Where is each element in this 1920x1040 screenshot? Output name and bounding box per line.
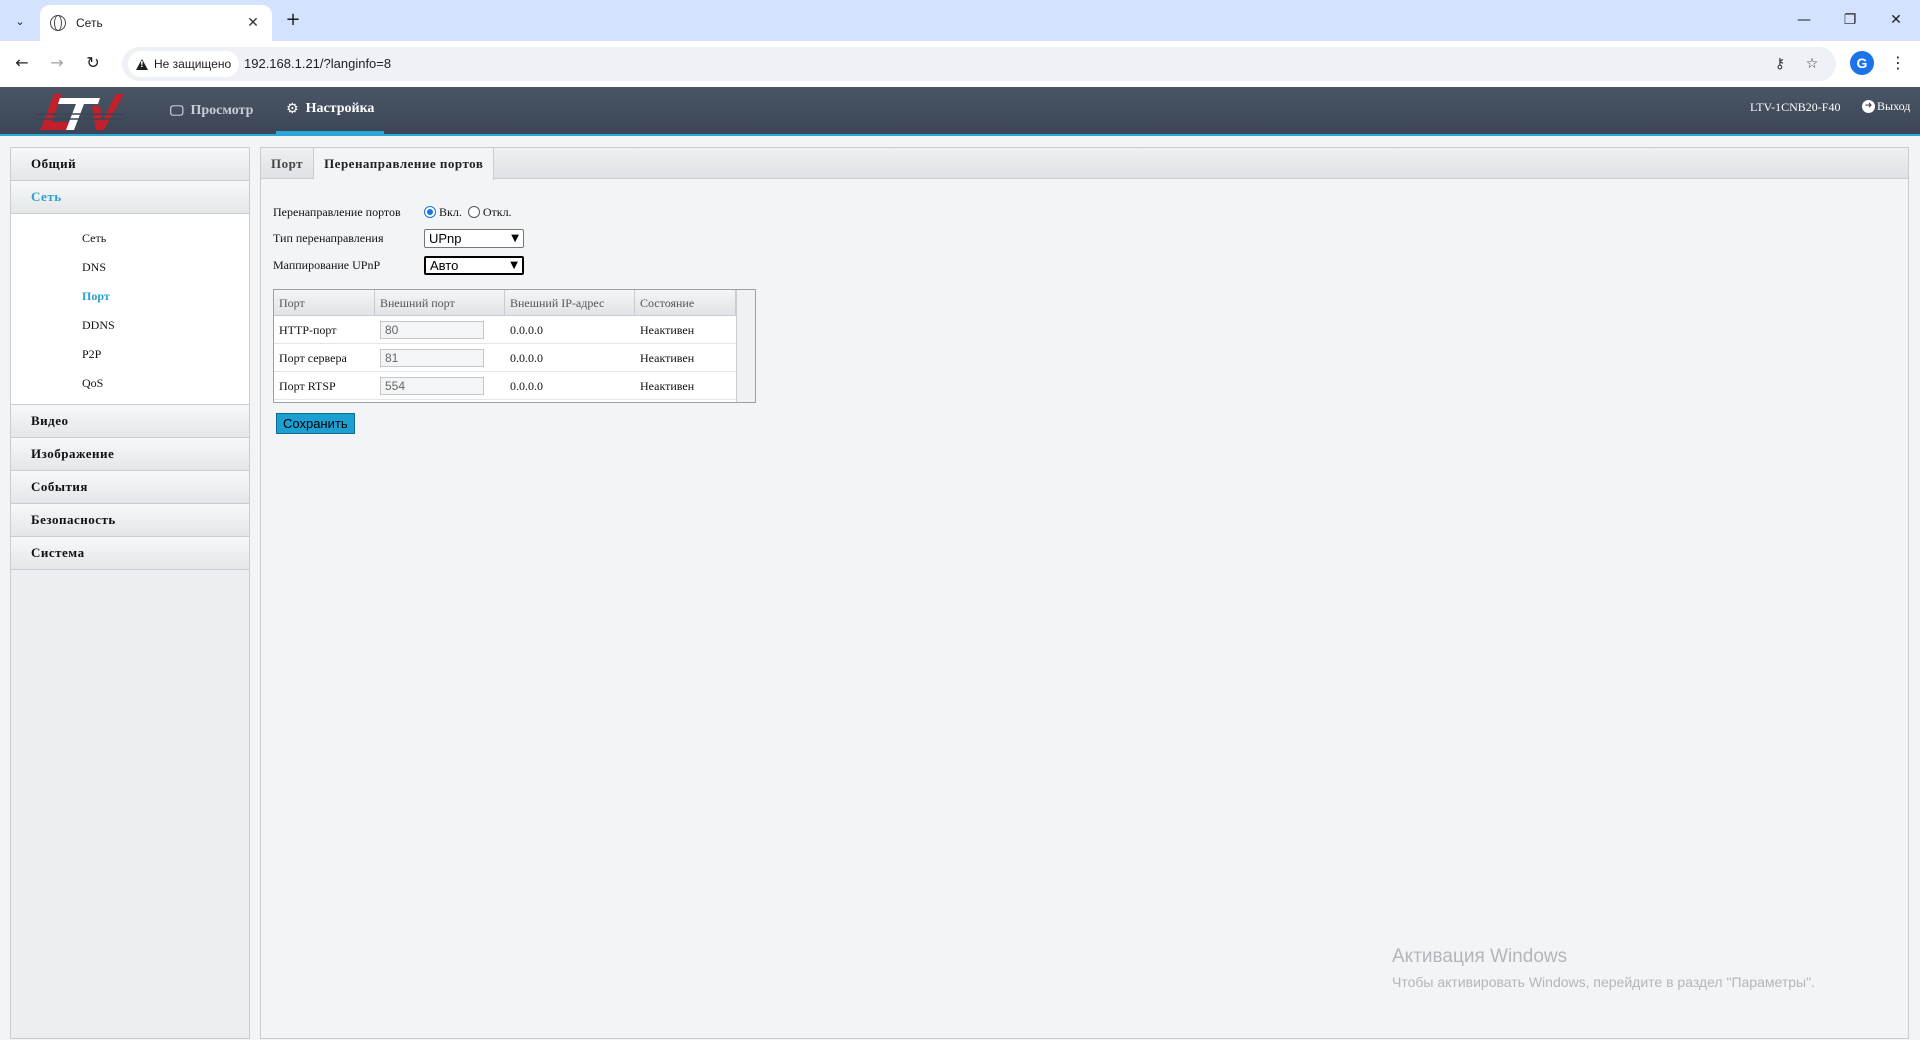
restore-icon[interactable]: ❐ <box>1838 9 1862 33</box>
security-label: Не защищено <box>154 57 232 71</box>
port-name: Порт RTSP <box>279 378 336 393</box>
globe-icon <box>50 15 66 31</box>
logout-label: Выход <box>1877 99 1911 113</box>
content-panel: Порт Перенаправление портов Перенаправле… <box>260 147 1909 1039</box>
port-state: Неактивен <box>640 350 695 365</box>
forwarding-type-value: UPnp <box>429 230 462 246</box>
browser-menu-icon[interactable]: ⋮ <box>1890 51 1906 75</box>
table-scrollbar[interactable] <box>736 290 755 402</box>
tab-search-chevron-icon[interactable]: ⌄ <box>8 9 32 33</box>
upnp-mapping-label: Маппирование UPnP <box>273 257 381 272</box>
profile-avatar-icon[interactable]: G <box>1850 51 1874 75</box>
browser-toolbar: ← → ↻ Не защищено 192.168.1.21/?langinfo… <box>0 41 1920 87</box>
tab-port-forwarding[interactable]: Перенаправление портов <box>314 148 495 180</box>
menu-group-network[interactable]: Сеть <box>11 181 249 214</box>
settings-sidebar: Общий Сеть Сеть DNS Порт DDNS P2P QoS Ви… <box>10 147 250 1039</box>
upnp-mapping-select[interactable]: Авто ▼ <box>424 255 524 275</box>
table-row: Порт сервера 81 0.0.0.0 Неактивен <box>274 344 755 372</box>
minimize-icon[interactable]: — <box>1792 9 1816 33</box>
browser-tab[interactable]: Сеть ✕ <box>40 5 272 41</box>
external-port-input[interactable]: 554 <box>380 377 484 395</box>
port-table: Порт Внешний порт Внешний IP-адрес Состо… <box>273 289 756 403</box>
menu-group-events[interactable]: События <box>11 471 249 504</box>
menu-group-general[interactable]: Общий <box>11 148 249 181</box>
external-port-input[interactable]: 80 <box>380 321 484 339</box>
upnp-mapping-row: Маппирование UPnP Авто ▼ <box>273 255 524 275</box>
menu-group-system[interactable]: Система <box>11 537 249 570</box>
close-window-icon[interactable]: ✕ <box>1884 9 1908 33</box>
external-port-cell: 81 <box>375 344 505 372</box>
new-tab-plus-icon[interactable]: + <box>281 8 305 32</box>
nav-preview[interactable]: 🖵 Просмотр <box>160 87 263 134</box>
submenu-item-ddns[interactable]: DDNS <box>11 311 249 340</box>
chevron-down-icon: ▼ <box>511 232 519 244</box>
forwarding-type-label: Тип перенаправления <box>273 230 384 245</box>
watermark-subtitle: Чтобы активировать Windows, перейдите в … <box>1392 974 1815 990</box>
column-header-state: Состояние <box>635 290 736 316</box>
port-name: HTTP-порт <box>279 322 337 337</box>
close-tab-icon[interactable]: ✕ <box>244 15 262 31</box>
watermark-title: Активация Windows <box>1392 946 1568 967</box>
submenu-item-port[interactable]: Порт <box>11 282 249 311</box>
bookmark-star-icon[interactable]: ☆ <box>1802 54 1822 74</box>
save-button[interactable]: Сохранить <box>276 413 355 434</box>
monitor-icon: 🖵 <box>170 102 184 119</box>
menu-group-image[interactable]: Изображение <box>11 438 249 471</box>
submenu-item-p2p[interactable]: P2P <box>11 340 249 369</box>
device-model: LTV-1CNB20-F40 <box>1750 100 1841 114</box>
forwarding-type-select[interactable]: UPnp ▼ <box>424 228 524 248</box>
address-bar[interactable]: Не защищено 192.168.1.21/?langinfo=8 ⚷ ☆ <box>122 47 1836 81</box>
forwarding-off-radio[interactable] <box>467 206 480 218</box>
chevron-down-icon: ▼ <box>510 259 518 271</box>
column-header-external-ip: Внешний IP-адрес <box>505 290 635 316</box>
external-ip: 0.0.0.0 <box>510 322 543 337</box>
reload-icon[interactable]: ↻ <box>81 51 105 75</box>
back-arrow-icon[interactable]: ← <box>10 51 34 75</box>
content-tabs: Порт Перенаправление портов <box>261 148 1908 180</box>
app-header: 🖵 Просмотр ⚙ Настройка LTV-1CNB20-F40 ➜ … <box>0 87 1920 136</box>
nav-preview-label: Просмотр <box>190 102 254 118</box>
forwarding-off-label[interactable]: Откл. <box>483 205 512 220</box>
menu-group-security[interactable]: Безопасность <box>11 504 249 537</box>
column-header-port: Порт <box>274 290 375 316</box>
submenu-item-dns[interactable]: DNS <box>11 253 249 282</box>
port-state: Неактивен <box>640 378 695 393</box>
external-port-cell: 80 <box>375 316 505 344</box>
tab-port[interactable]: Порт <box>261 148 315 179</box>
menu-group-video[interactable]: Видео <box>11 405 249 438</box>
nav-settings[interactable]: ⚙ Настройка <box>276 87 385 134</box>
forward-arrow-icon[interactable]: → <box>45 51 69 75</box>
port-state: Неактивен <box>640 322 695 337</box>
external-ip: 0.0.0.0 <box>510 378 543 393</box>
external-port-cell: 554 <box>375 372 505 400</box>
url-text[interactable]: 192.168.1.21/?langinfo=8 <box>244 56 391 71</box>
forwarding-on-radio[interactable] <box>424 206 436 218</box>
browser-tab-title: Сеть <box>76 16 103 30</box>
forwarding-on-label[interactable]: Вкл. <box>439 205 462 220</box>
network-submenu: Сеть DNS Порт DDNS P2P QoS <box>11 214 249 405</box>
submenu-item-network[interactable]: Сеть <box>11 224 249 253</box>
logout-button[interactable]: ➜ Выход <box>1862 99 1910 114</box>
nav-settings-label: Настройка <box>305 101 375 116</box>
logout-arrow-icon: ➜ <box>1862 100 1875 113</box>
port-name: Порт сервера <box>279 350 347 365</box>
table-row: HTTP-порт 80 0.0.0.0 Неактивен <box>274 316 755 344</box>
security-chip[interactable]: Не защищено <box>128 51 240 77</box>
external-port-input[interactable]: 81 <box>380 349 484 367</box>
forwarding-row: Перенаправление портов Вкл. Откл. <box>273 202 518 222</box>
submenu-item-qos[interactable]: QoS <box>11 369 249 398</box>
port-table-header: Порт Внешний порт Внешний IP-адрес Состо… <box>274 290 755 316</box>
ltv-logo <box>36 94 124 130</box>
forwarding-type-row: Тип перенаправления UPnp ▼ <box>273 228 524 248</box>
gear-icon: ⚙ <box>286 101 299 117</box>
forwarding-label: Перенаправление портов <box>273 204 401 219</box>
column-header-external-port: Внешний порт <box>375 290 505 316</box>
warning-icon <box>136 58 148 70</box>
upnp-mapping-value: Авто <box>430 257 459 273</box>
key-icon[interactable]: ⚷ <box>1770 54 1790 74</box>
windows-activation-watermark: Активация Windows Чтобы активировать Win… <box>1392 946 1815 990</box>
external-ip: 0.0.0.0 <box>510 350 543 365</box>
browser-tabstrip: ⌄ Сеть ✕ + — ❐ ✕ <box>0 0 1920 41</box>
table-row: Порт RTSP 554 0.0.0.0 Неактивен <box>274 372 755 400</box>
